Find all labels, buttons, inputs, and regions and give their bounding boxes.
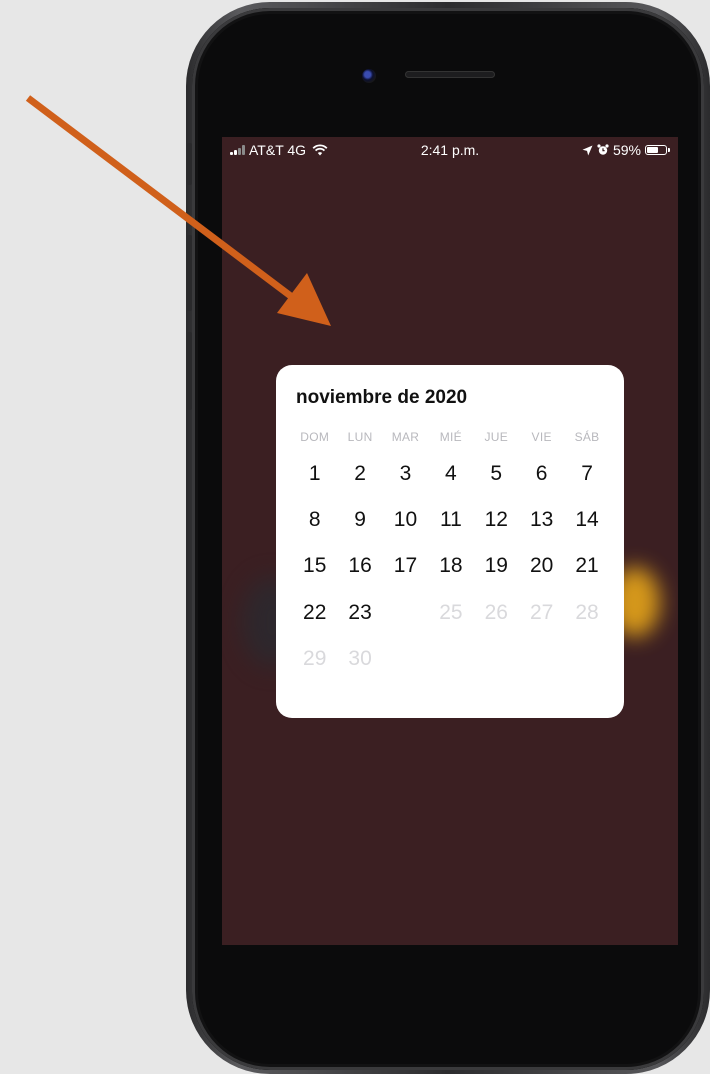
calendar-day: 9 — [354, 508, 366, 531]
front-camera — [362, 69, 376, 83]
calendar-empty-cell — [383, 645, 428, 673]
calendar-day: 19 — [484, 554, 508, 577]
calendar-week-row: 15 16 17 18 19 20 21 — [292, 552, 610, 580]
weekday-label: VIE — [531, 430, 552, 444]
calendar-day: 6 — [535, 462, 548, 485]
calendar-day: 25 — [439, 601, 463, 624]
calendar-day: 22 — [303, 601, 327, 624]
calendar-day: 14 — [575, 508, 599, 531]
calendar-day: 23 — [348, 601, 372, 624]
calendar-day: 8 — [308, 508, 321, 531]
calendar-empty-cell — [428, 645, 473, 673]
calendar-empty-cell — [519, 645, 564, 673]
calendar-day: 27 — [529, 601, 554, 624]
calendar-today-cell: 24 — [383, 599, 428, 627]
calendar-week-row: 8 9 10 11 12 13 14 — [292, 506, 610, 534]
calendar-empty-cell — [474, 645, 519, 673]
weekday-header-row: DOM LUN MAR MIÉ JUE VIE SÁB — [292, 430, 610, 444]
status-bar: AT&T 4G 2:41 p.m. 59% — [222, 137, 678, 163]
volume-down-button — [187, 332, 192, 410]
weekday-label: LUN — [347, 430, 373, 444]
calendar-month-title: noviembre de 2020 — [296, 387, 468, 408]
volume-up-button — [187, 235, 192, 311]
calendar-day: 30 — [348, 647, 372, 670]
calendar-day: 15 — [303, 554, 327, 577]
calendar-day: 7 — [581, 462, 593, 485]
weekday-label: DOM — [300, 430, 330, 444]
calendar-day: 18 — [439, 554, 463, 577]
calendar-widget[interactable]: noviembre de 2020 DOM LUN MAR MIÉ JUE VI… — [276, 365, 624, 718]
background — [0, 0, 78, 1073]
calendar-day: 21 — [575, 554, 599, 577]
battery-percent: 59% — [612, 142, 641, 158]
battery-icon — [645, 145, 667, 155]
weekday-label: MIÉ — [439, 430, 462, 444]
weekday-label: SÁB — [574, 430, 600, 444]
battery-tip — [668, 148, 670, 152]
calendar-week-row: 1 2 3 4 5 6 7 — [292, 460, 610, 488]
alarm-icon — [597, 144, 609, 155]
calendar-day: 4 — [445, 462, 457, 485]
calendar-day: 16 — [348, 554, 372, 577]
earpiece-speaker — [405, 71, 495, 78]
calendar-day: 29 — [303, 647, 327, 670]
calendar-day: 11 — [439, 508, 462, 531]
location-icon — [582, 145, 593, 155]
calendar-day: 26 — [484, 601, 508, 624]
calendar-week-row: 22 23 24 25 26 27 28 — [292, 599, 610, 627]
weekday-label: JUE — [484, 430, 509, 444]
calendar-day: 5 — [490, 462, 503, 485]
mute-switch — [187, 143, 192, 185]
calendar-week-row: 29 30 — [292, 645, 610, 673]
calendar-day: 3 — [399, 462, 412, 485]
calendar-day: 12 — [484, 508, 508, 531]
calendar-day: 1 — [308, 462, 321, 485]
calendar-day: 2 — [354, 462, 366, 485]
calendar-day: 10 — [393, 508, 418, 531]
calendar-day: 28 — [575, 601, 599, 624]
calendar-empty-cell — [564, 645, 609, 673]
calendar-day: 20 — [529, 554, 554, 577]
weekday-label: MAR — [391, 430, 420, 444]
calendar-day: 17 — [393, 554, 418, 577]
calendar-day: 13 — [529, 508, 554, 531]
